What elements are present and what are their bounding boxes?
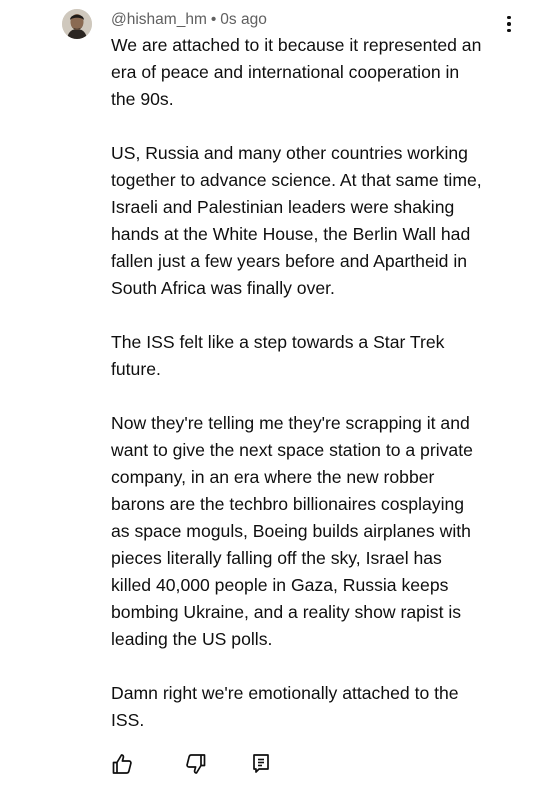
- comment-line: hands at the White House, the Berlin Wal…: [111, 224, 471, 244]
- vertical-dots-icon: [507, 15, 511, 20]
- comment-line: killed 40,000 people in Gaza, Russia kee…: [111, 575, 449, 595]
- comment-line: the 90s.: [111, 89, 174, 109]
- comment-paragraph: The ISS felt like a step towards a Star …: [111, 329, 521, 383]
- separator-dot: •: [210, 11, 217, 28]
- comment-line: US, Russia and many other countries work…: [111, 143, 468, 163]
- comment-line: ISS.: [111, 710, 145, 730]
- comment-line: bombing Ukraine, and a reality show rapi…: [111, 602, 462, 622]
- comment-line: together to advance science. At that sam…: [111, 170, 482, 190]
- comment-line: leading the US polls.: [111, 629, 273, 649]
- comment-header: @hisham_hm • 0s ago: [111, 9, 267, 31]
- comment-line: Now they're telling me they're scrapping…: [111, 413, 470, 433]
- comment-line: barons are the techbro billionaires cosp…: [111, 494, 465, 514]
- avatar-photo: [62, 9, 92, 39]
- comment-line: as space moguls, Boeing builds airplanes…: [111, 521, 471, 541]
- comment-line: South Africa was finally over.: [111, 278, 335, 298]
- author-name[interactable]: @hisham_hm: [111, 11, 207, 28]
- comment-line: era of peace and international cooperati…: [111, 62, 460, 82]
- dislike-button[interactable]: [184, 752, 208, 776]
- comment-timestamp: 0s ago: [220, 11, 267, 28]
- reply-comment-icon: [253, 754, 269, 773]
- comment-paragraph: We are attached to it because it represe…: [111, 32, 521, 113]
- menu-dot: [507, 22, 511, 26]
- like-button[interactable]: [110, 752, 134, 776]
- comment-line: pieces literally falling off the sky, Is…: [111, 548, 442, 568]
- comment-line: We are attached to it because it represe…: [111, 35, 482, 55]
- avatar[interactable]: [62, 9, 92, 39]
- comment-paragraph: Now they're telling me they're scrapping…: [111, 410, 521, 653]
- comment-paragraph: US, Russia and many other countries work…: [111, 140, 521, 302]
- comment-line: future.: [111, 359, 161, 379]
- comment-line: Israeli and Palestinian leaders were sha…: [111, 197, 455, 217]
- comment-line: The ISS felt like a step towards a Star …: [111, 332, 445, 352]
- thumb-up-icon: [112, 754, 132, 774]
- comment-line: company, in an era where the new robber: [111, 467, 435, 487]
- comment-line: want to give the next space station to a…: [111, 440, 473, 460]
- comment-line: Damn right we're emotionally attached to…: [111, 683, 459, 703]
- comment-line: fallen just a few years before and Apart…: [111, 251, 468, 271]
- reply-button[interactable]: [249, 752, 273, 776]
- thumb-down-icon: [186, 754, 206, 774]
- comment-text: We are attached to it because it represe…: [111, 32, 521, 734]
- comment-actions: [0, 752, 538, 778]
- comment-paragraph: Damn right we're emotionally attached to…: [111, 680, 521, 734]
